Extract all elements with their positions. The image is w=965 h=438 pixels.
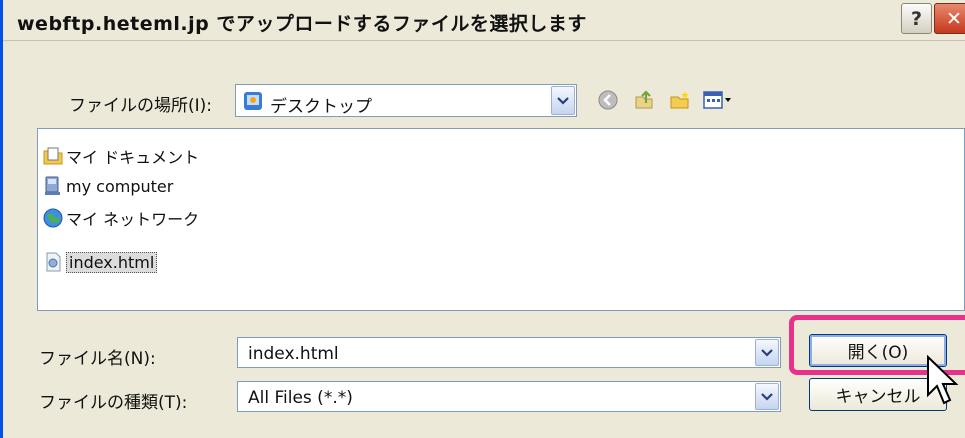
help-icon: ? bbox=[910, 7, 923, 30]
list-item[interactable]: index.html bbox=[42, 249, 158, 275]
filename-field[interactable]: index.html bbox=[237, 337, 781, 368]
filename-dropdown-arrow[interactable] bbox=[755, 339, 779, 366]
mouse-cursor-icon bbox=[927, 355, 959, 405]
filetype-label: ファイルの種類(T): bbox=[39, 393, 188, 413]
filetype-dropdown-arrow[interactable] bbox=[755, 383, 779, 410]
desktop-icon bbox=[242, 90, 264, 112]
title-bar[interactable]: webftp.heteml.jp でアップロードするファイルを選択します ? ✕ bbox=[3, 0, 965, 41]
my-network-icon bbox=[42, 207, 64, 229]
list-item-label: マイ ドキュメント bbox=[66, 148, 200, 167]
close-icon: ✕ bbox=[946, 7, 962, 30]
back-icon bbox=[598, 90, 618, 110]
list-item-label: index.html bbox=[66, 251, 158, 273]
close-button[interactable]: ✕ bbox=[934, 3, 965, 34]
filename-label: ファイル名(N): bbox=[39, 349, 156, 369]
list-item[interactable]: my computer bbox=[42, 173, 173, 199]
filetype-value: All Files (*.*) bbox=[248, 388, 353, 408]
location-dropdown[interactable]: デスクトップ bbox=[235, 84, 577, 117]
filename-value: index.html bbox=[248, 344, 339, 364]
my-computer-icon bbox=[42, 175, 64, 197]
list-item[interactable]: マイ ネットワーク bbox=[42, 205, 199, 231]
help-button[interactable]: ? bbox=[901, 3, 932, 34]
chevron-down-icon bbox=[557, 96, 569, 105]
chevron-down-icon bbox=[761, 392, 773, 401]
list-item[interactable]: マイ ドキュメント bbox=[42, 143, 199, 169]
file-list[interactable]: マイ ドキュメント my computer マイ ネットワーク index.ht… bbox=[37, 128, 965, 311]
new-folder-icon bbox=[670, 91, 689, 109]
up-folder-button[interactable] bbox=[631, 87, 657, 113]
location-value: デスクトップ bbox=[270, 97, 372, 117]
file-upload-dialog: webftp.heteml.jp でアップロードするファイルを選択します ? ✕… bbox=[0, 0, 965, 438]
view-menu-icon bbox=[703, 91, 731, 109]
cancel-button-label: キャンセル bbox=[835, 387, 921, 407]
view-menu-button[interactable] bbox=[701, 87, 735, 113]
back-button[interactable] bbox=[595, 87, 621, 113]
new-folder-button[interactable] bbox=[667, 87, 693, 113]
filetype-dropdown[interactable]: All Files (*.*) bbox=[237, 381, 781, 412]
up-folder-icon bbox=[635, 90, 653, 109]
chevron-down-icon bbox=[761, 348, 773, 357]
location-label: ファイルの場所(I): bbox=[69, 96, 213, 116]
html-file-icon bbox=[42, 251, 64, 273]
dialog-title: webftp.heteml.jp でアップロードするファイルを選択します bbox=[17, 13, 587, 35]
list-item-label: my computer bbox=[66, 176, 174, 196]
list-item-label: マイ ネットワーク bbox=[66, 210, 200, 229]
location-dropdown-arrow[interactable] bbox=[551, 86, 575, 115]
my-documents-folder-icon bbox=[42, 145, 64, 167]
